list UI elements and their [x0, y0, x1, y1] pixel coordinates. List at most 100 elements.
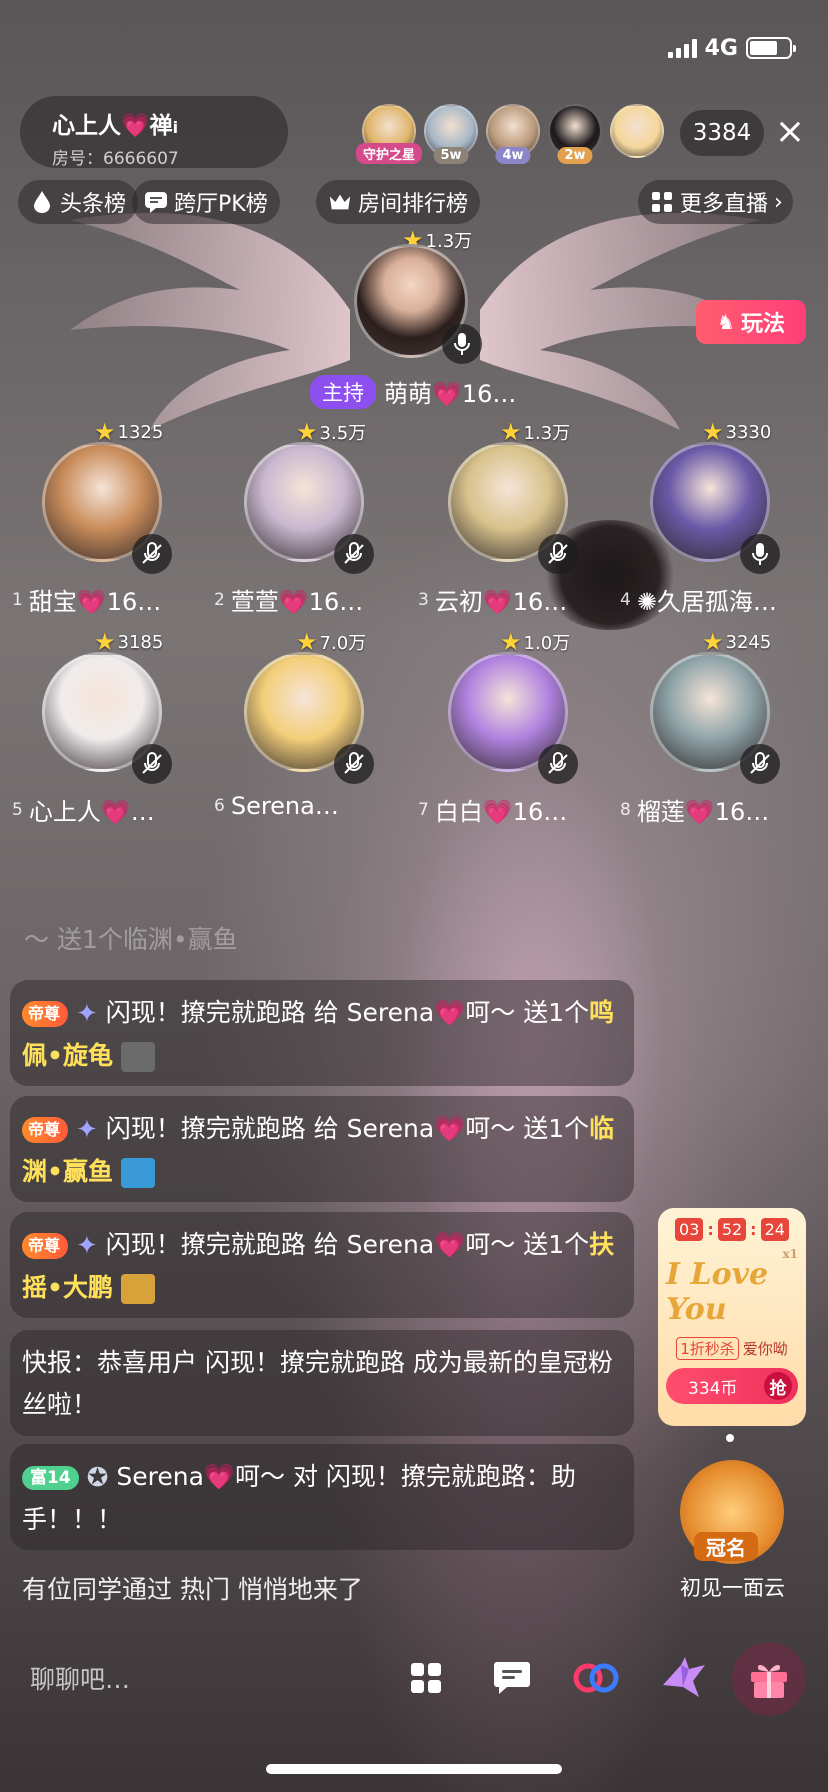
silver-medal-icon: ✪	[86, 1463, 109, 1493]
promo-art: I Love You x1	[666, 1247, 798, 1327]
noble-badge: 帝尊	[22, 1001, 69, 1027]
top-audience-list: 守护之星 5w 4w 2w	[355, 104, 664, 164]
audience-tag: 守护之星	[355, 143, 423, 164]
audience-avatar[interactable]: 2w	[548, 104, 602, 164]
seat-score-badge: ★ 7.0万	[296, 628, 367, 656]
star-icon: ★	[702, 628, 724, 656]
status-bar: 4G	[667, 34, 796, 62]
chat-message-reply: 富14 ✪ Serena💗呵～ 对 闪现！撩完就跑路：助手！！！	[10, 1444, 634, 1550]
seat-name: 2 萱萱💗16…	[214, 588, 364, 616]
tab-label: 头条榜	[60, 192, 127, 217]
seat-name: 6 Serena…	[214, 792, 339, 820]
seat-score-badge: ★ 1.0万	[500, 628, 571, 656]
audience-tag: 2w	[557, 147, 593, 164]
star-icon: ★	[94, 418, 116, 446]
flash-sale-card[interactable]: 03: 52: 24 I Love You x1 1折秒杀 爱你呦 334币 抢	[658, 1208, 806, 1426]
gift-button[interactable]	[732, 1642, 806, 1716]
more-live-button[interactable]: 更多直播 ›	[638, 180, 793, 224]
mic-muted-icon[interactable]	[132, 534, 172, 574]
chat-message-gift-3: 帝尊 ✦ 闪现！撩完就跑路 给 Serena💗呵～ 送1个扶摇•大鹏	[10, 1212, 634, 1318]
tab-label: 跨厅PK榜	[174, 192, 268, 217]
seat-score-badge: ★ 3330	[702, 418, 772, 446]
gem-icon: ✦	[75, 1115, 98, 1145]
page-dot	[726, 1434, 734, 1442]
network-type: 4G	[704, 35, 738, 61]
audience-count[interactable]: 3384	[680, 110, 764, 156]
gem-icon: ✦	[75, 999, 98, 1029]
chat-faded-line: ～ 送1个临渊•赢鱼	[24, 925, 238, 954]
close-button[interactable]: ×	[770, 113, 810, 153]
audience-avatar[interactable]: 5w	[424, 104, 478, 164]
drop-icon	[30, 190, 54, 214]
star-icon: ★	[296, 418, 318, 446]
gem-icon: ✦	[75, 1231, 98, 1261]
room-info[interactable]: 心上人💗禅i 房号：6666607	[20, 96, 288, 169]
seat-name: 7 白白💗16…	[418, 798, 568, 826]
gift-icon	[751, 1665, 787, 1698]
room-name: 心上人💗禅i	[52, 113, 179, 139]
mic-muted-icon[interactable]	[538, 534, 578, 574]
tab-label: 房间排行榜	[358, 192, 469, 217]
star-icon: ★	[94, 628, 116, 656]
mic-muted-icon[interactable]	[334, 744, 374, 784]
tab-cross-pk-rank[interactable]: 跨厅PK榜	[132, 180, 280, 224]
title-sponsor-tag: 冠名	[694, 1532, 758, 1561]
seat-score-badge: ★ 3.5万	[296, 418, 367, 446]
audience-avatar[interactable]	[610, 104, 664, 158]
mic-icon[interactable]	[442, 324, 482, 364]
seat-name: 3 云初💗16…	[418, 588, 568, 616]
rocking-horse-icon: ♞	[717, 310, 735, 334]
seat-name: 8 榴莲💗16…	[620, 798, 770, 826]
gift-image	[120, 1158, 155, 1188]
tab-room-rank[interactable]: 房间排行榜	[316, 180, 481, 224]
more-live-label: 更多直播	[680, 192, 769, 217]
seat-name: 1 甜宝💗16…	[12, 588, 162, 616]
title-sponsor-name: 初见一面云	[680, 1576, 785, 1600]
gift-image	[120, 1042, 155, 1072]
countdown-timer: 03: 52: 24	[666, 1218, 798, 1241]
audience-avatar[interactable]: 守护之星	[355, 104, 423, 164]
tab-headline-rank[interactable]: 头条榜	[18, 180, 139, 224]
chat-message-gift-1: 帝尊 ✦ 闪现！撩完就跑路 给 Serena💗呵～ 送1个鸣佩•旋龟	[10, 980, 634, 1086]
mic-muted-icon[interactable]	[740, 744, 780, 784]
seat-score-badge: ★ 1325	[94, 418, 164, 446]
audience-tag: 4w	[495, 147, 531, 164]
buy-button[interactable]: 334币 抢	[666, 1368, 798, 1404]
chat-input[interactable]: 聊聊吧…	[30, 1660, 130, 1696]
star-icon: ★	[500, 628, 522, 656]
host-label: 主持 萌萌💗16…	[310, 374, 516, 409]
mic-icon[interactable]	[740, 534, 780, 574]
apps-grid-icon[interactable]	[398, 1650, 454, 1706]
room-id: 房号：6666607	[52, 149, 179, 169]
seat-score-badge: ★ 1.3万	[500, 418, 571, 446]
seat-score-badge: ★ 3245	[702, 628, 772, 656]
audience-tag: 5w	[433, 147, 469, 164]
seat-name: 5 心上人💗…	[12, 798, 155, 826]
link-mic-icon[interactable]	[568, 1650, 624, 1706]
play-button[interactable]: ♞ 玩法	[696, 300, 806, 344]
noble-badge: 帝尊	[22, 1117, 69, 1143]
star-icon: ★	[500, 418, 522, 446]
seat-score-badge: ★ 3185	[94, 628, 164, 656]
promo-line: 1折秒杀 爱你呦	[666, 1337, 798, 1360]
message-icon[interactable]	[484, 1650, 540, 1706]
mic-muted-icon[interactable]	[334, 534, 374, 574]
paper-crane-icon[interactable]	[656, 1650, 712, 1706]
mic-muted-icon[interactable]	[538, 744, 578, 784]
system-message: 有位同学通过 热门 悄悄地来了	[22, 1575, 363, 1604]
mic-muted-icon[interactable]	[132, 744, 172, 784]
chat-message-news: 快报：恭喜用户 闪现！撩完就跑路 成为最新的皇冠粉丝啦！	[10, 1330, 634, 1436]
wealth-badge: 富14	[22, 1466, 79, 1490]
star-icon: ★	[702, 418, 724, 446]
noble-badge: 帝尊	[22, 1233, 69, 1259]
chat-message-gift-2: 帝尊 ✦ 闪现！撩完就跑路 给 Serena💗呵～ 送1个临渊•赢鱼	[10, 1096, 634, 1202]
star-icon: ★	[296, 628, 318, 656]
signal-icon	[667, 38, 697, 58]
host-tag: 主持	[310, 374, 376, 409]
chat-bubble-icon	[144, 190, 168, 214]
host-name: 萌萌💗16…	[384, 380, 517, 408]
home-indicator	[266, 1764, 562, 1774]
audience-avatar[interactable]: 4w	[486, 104, 540, 164]
grid-icon	[650, 190, 674, 214]
seat-name: 4 ✺久居孤海…	[620, 588, 777, 616]
